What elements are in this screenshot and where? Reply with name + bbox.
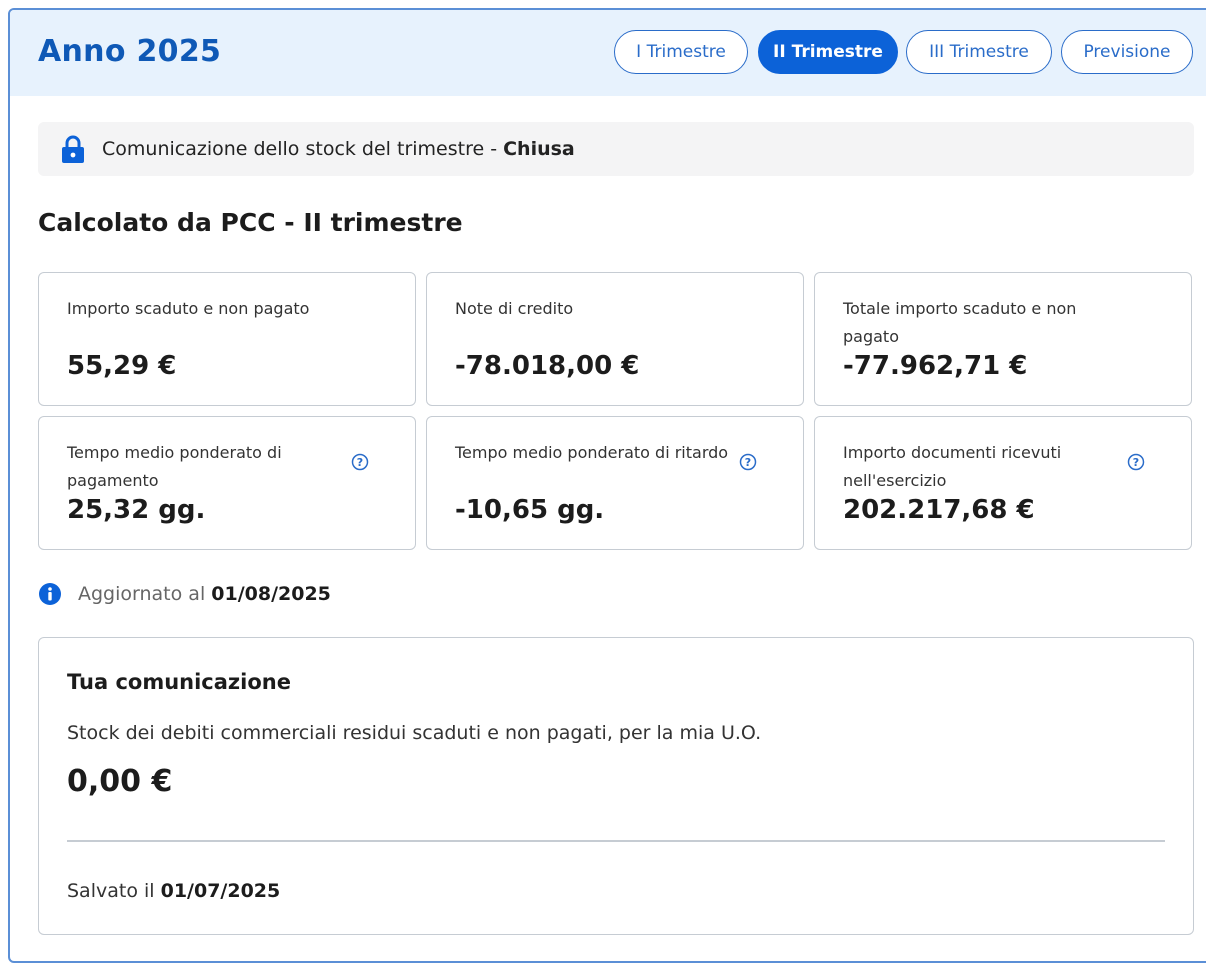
info-icon [39, 583, 61, 605]
saved-info: Salvato il 01/07/2025 [67, 880, 280, 902]
updated-label: Aggiornato al [78, 583, 212, 605]
panel-header: Anno 2025 I Trimestre II Trimestre III T… [10, 10, 1206, 96]
card-tempo-pagamento: Tempo medio ponderato di pagamento 25,32… [38, 416, 416, 550]
card-importo-documenti: Importo documenti ricevuti nell'esercizi… [814, 416, 1192, 550]
updated-date: 01/08/2025 [211, 583, 331, 605]
card-label: Tempo medio ponderato di ritardo [455, 443, 729, 462]
card-totale-importo: Totale importo scaduto e non pagato -77.… [814, 272, 1192, 406]
card-label: Importo scaduto e non pagato [67, 299, 310, 318]
card-label: Totale importo scaduto e non pagato [843, 299, 1077, 346]
communication-description: Stock dei debiti commerciali residui sca… [67, 722, 762, 744]
saved-label: Salvato il [67, 880, 161, 902]
notice-text: Comunicazione dello stock del trimestre … [102, 138, 575, 160]
tab-iii-trimestre[interactable]: III Trimestre [906, 30, 1052, 74]
card-note-credito: Note di credito -78.018,00 € [426, 272, 804, 406]
notice-status: Chiusa [503, 138, 575, 160]
card-label: Importo documenti ricevuti nell'esercizi… [843, 443, 1062, 490]
card-importo-scaduto: Importo scaduto e non pagato 55,29 € [38, 272, 416, 406]
svg-text:?: ? [357, 456, 363, 469]
notice-label: Comunicazione dello stock del trimestre … [102, 138, 504, 160]
card-value: 25,32 gg. [67, 495, 206, 525]
section-title: Calcolato da PCC - II trimestre [38, 208, 463, 237]
card-value: -10,65 gg. [455, 495, 605, 525]
card-value: 55,29 € [67, 351, 177, 381]
tab-ii-trimestre[interactable]: II Trimestre [758, 30, 898, 74]
card-label: Note di credito [455, 299, 574, 318]
communication-title: Tua comunicazione [67, 670, 291, 694]
saved-date: 01/07/2025 [160, 880, 281, 902]
tab-previsione[interactable]: Previsione [1061, 30, 1193, 74]
card-value: -77.962,71 € [843, 351, 1028, 381]
tab-i-trimestre[interactable]: I Trimestre [614, 30, 748, 74]
help-icon[interactable]: ? [351, 453, 369, 471]
lock-icon [62, 135, 84, 163]
help-icon[interactable]: ? [1127, 453, 1145, 471]
card-label: Tempo medio ponderato di pagamento [67, 443, 282, 490]
card-value: -78.018,00 € [455, 351, 640, 381]
updated-text: Aggiornato al 01/08/2025 [78, 583, 331, 605]
svg-text:?: ? [1133, 456, 1139, 469]
year-title: Anno 2025 [38, 34, 222, 69]
year-panel: Anno 2025 I Trimestre II Trimestre III T… [8, 8, 1206, 963]
stock-status-notice: Comunicazione dello stock del trimestre … [38, 122, 1194, 176]
svg-text:?: ? [745, 456, 751, 469]
card-value: 202.217,68 € [843, 495, 1035, 525]
card-tempo-ritardo: Tempo medio ponderato di ritardo -10,65 … [426, 416, 804, 550]
communication-amount: 0,00 € [67, 764, 173, 799]
communication-card: Tua comunicazione Stock dei debiti comme… [38, 637, 1194, 935]
divider [67, 840, 1165, 842]
help-icon[interactable]: ? [739, 453, 757, 471]
